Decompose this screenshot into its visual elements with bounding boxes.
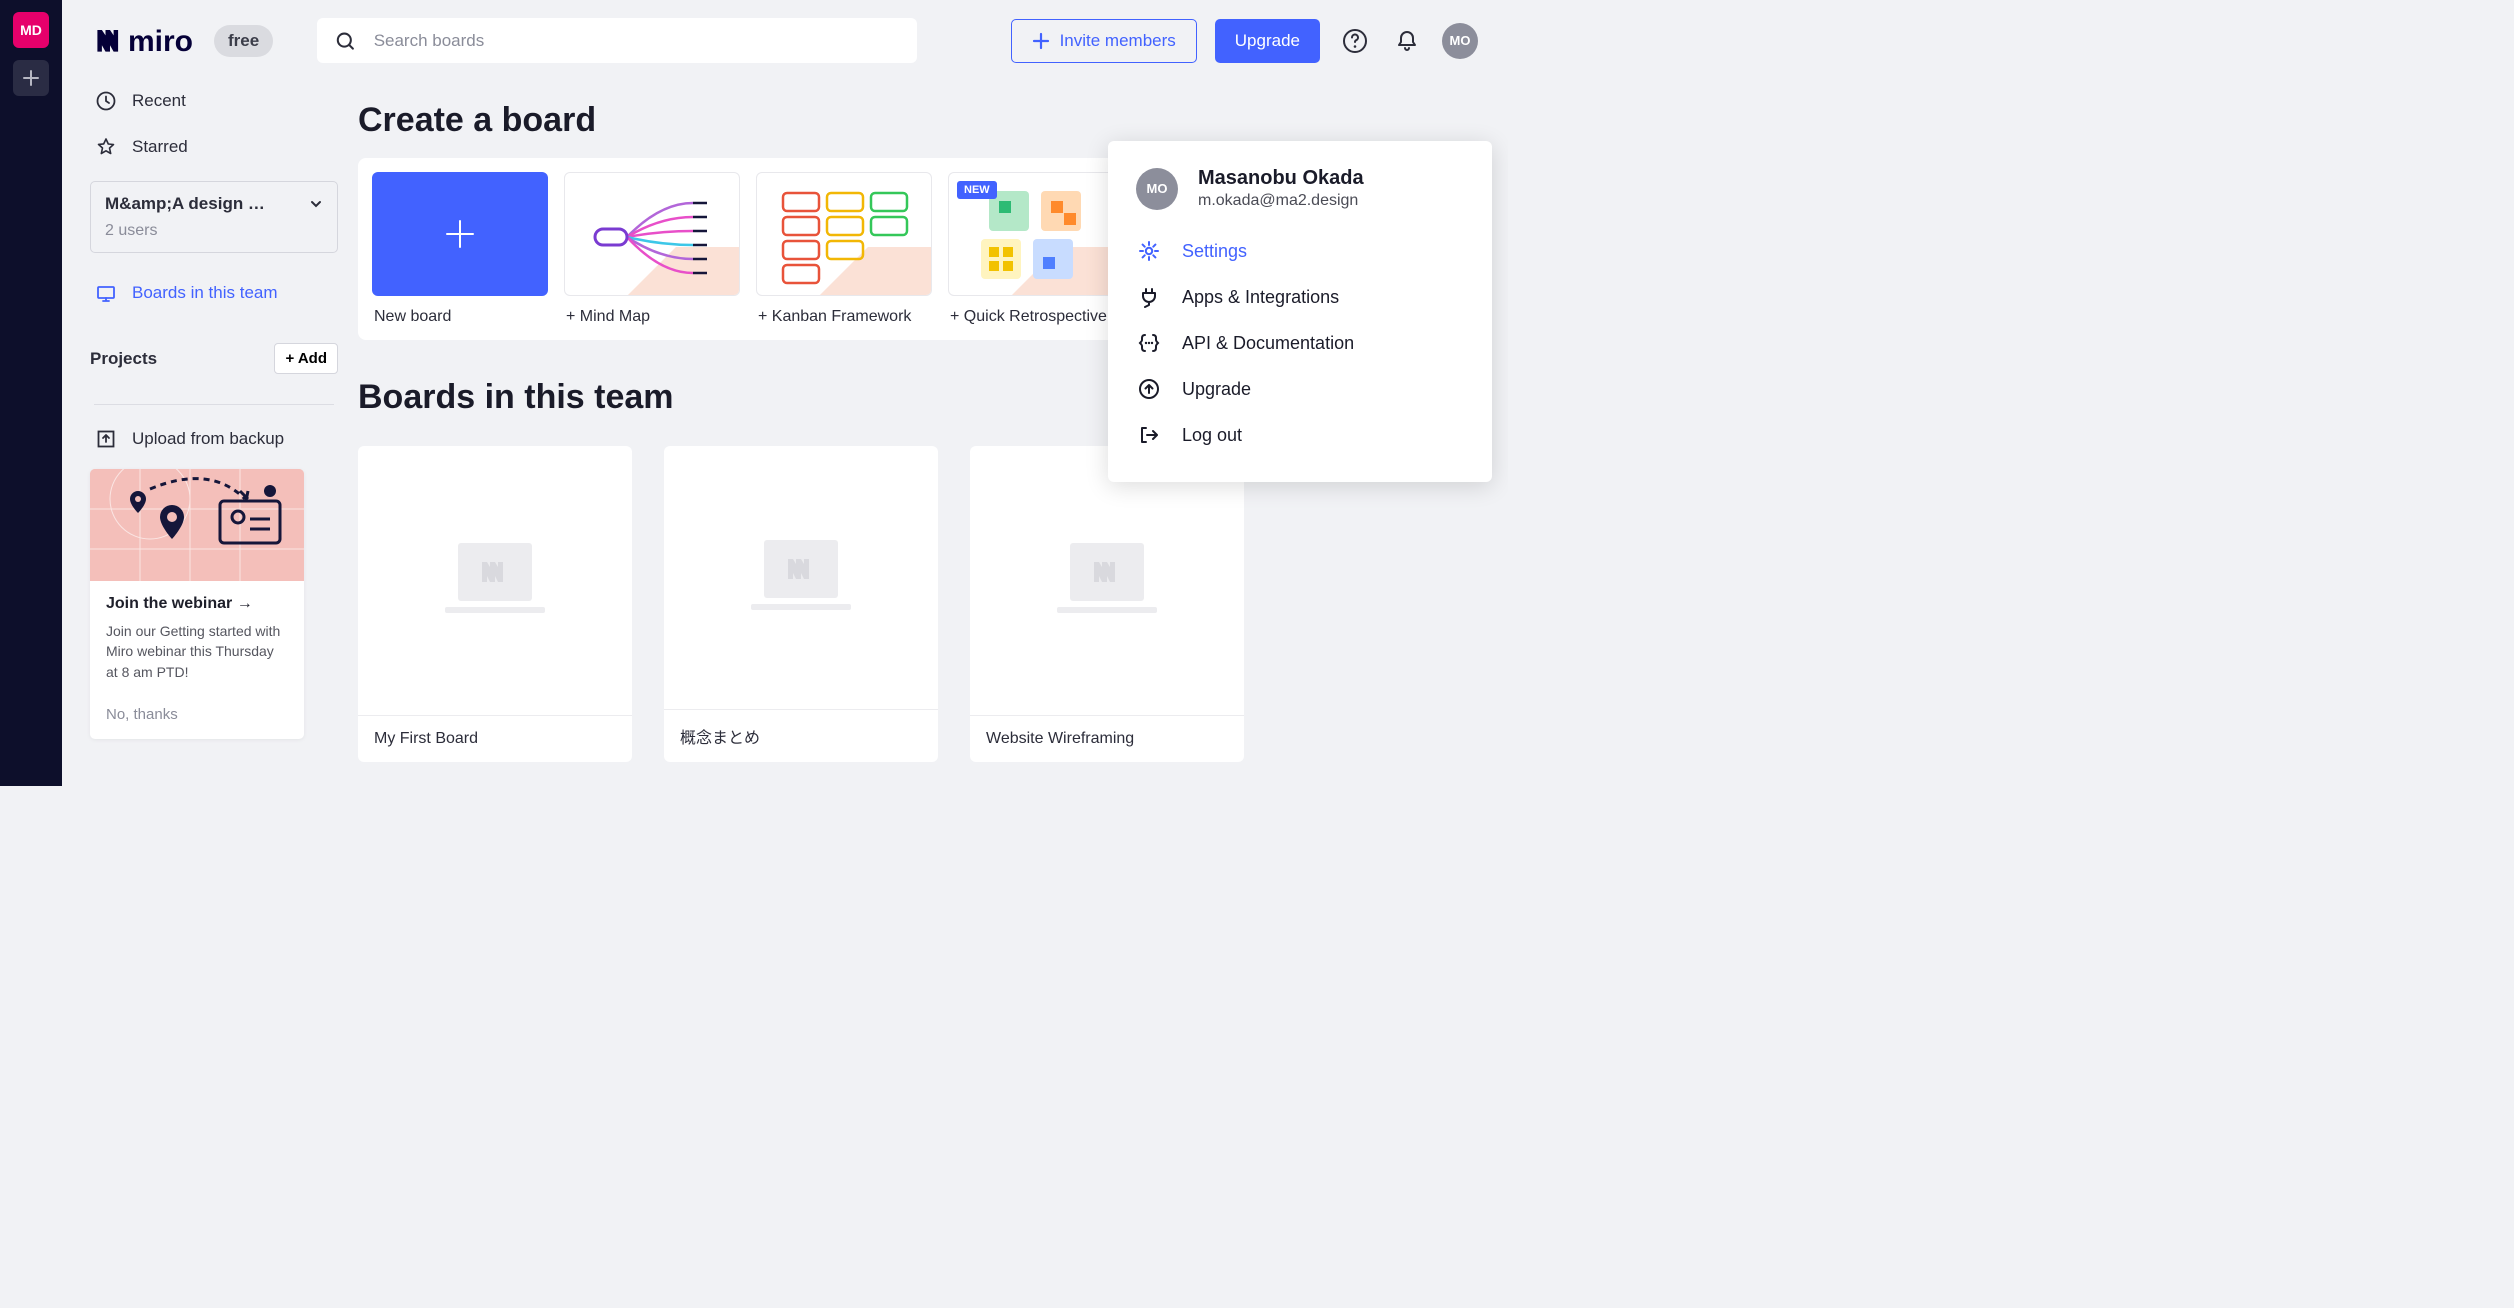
star-icon — [96, 137, 116, 157]
sidebar-item-starred[interactable]: Starred — [90, 127, 338, 167]
template-retrospective[interactable]: NEW — [948, 172, 1124, 326]
sidebar-item-recent[interactable]: Recent — [90, 81, 338, 121]
new-badge: NEW — [957, 181, 997, 199]
webinar-description: Join our Getting started with Miro webin… — [106, 621, 288, 682]
arrow-up-circle-icon — [1138, 378, 1160, 400]
team-selector[interactable]: M&amp;A design … 2 users — [90, 181, 338, 253]
plug-icon — [1138, 286, 1160, 308]
team-users-count: 2 users — [105, 222, 323, 240]
sidebar-item-boards[interactable]: Boards in this team — [90, 273, 338, 313]
sidebar-label: Boards in this team — [132, 283, 278, 303]
help-icon — [1342, 28, 1368, 54]
search-icon — [335, 30, 356, 52]
upgrade-button[interactable]: Upgrade — [1215, 19, 1320, 63]
template-mind-map[interactable]: + Mind Map — [564, 172, 740, 326]
miro-logo: miro — [92, 21, 204, 61]
add-project-button[interactable]: + Add — [274, 343, 338, 374]
bell-icon — [1395, 29, 1419, 53]
topbar: miro free Invite members Upgrade — [62, 0, 1508, 75]
invite-label: Invite members — [1060, 31, 1176, 51]
miro-icon — [478, 560, 512, 584]
upload-backup-button[interactable]: Upload from backup — [90, 425, 338, 453]
sidebar: Recent Starred M&amp;A design … 2 users … — [62, 75, 358, 786]
dropdown-item-api[interactable]: API & Documentation — [1132, 320, 1468, 366]
sidebar-label: Starred — [132, 137, 188, 157]
board-card[interactable]: Website Wireframing — [970, 446, 1244, 762]
user-avatar[interactable]: MO — [1442, 23, 1478, 59]
dropdown-label: Apps & Integrations — [1182, 287, 1339, 308]
template-label: + Quick Retrospective — [948, 308, 1124, 326]
team-name: M&amp;A design … — [105, 194, 265, 214]
board-card[interactable]: 概念まとめ — [664, 446, 938, 762]
plus-icon — [1032, 32, 1050, 50]
template-label: New board — [372, 308, 548, 326]
webinar-title[interactable]: Join the webinar → — [106, 595, 288, 613]
board-thumbnail — [358, 446, 632, 715]
board-icon — [96, 283, 116, 303]
dropdown-label: Settings — [1182, 241, 1247, 262]
sidebar-label: Recent — [132, 91, 186, 111]
template-new-board[interactable]: New board — [372, 172, 548, 326]
plan-badge: free — [214, 25, 273, 57]
miro-icon — [784, 557, 818, 581]
dropdown-avatar: MO — [1136, 168, 1178, 210]
template-kanban[interactable]: + Kanban Framework — [756, 172, 932, 326]
board-thumbnail — [970, 446, 1244, 715]
braces-icon — [1138, 332, 1160, 354]
chevron-down-icon — [309, 197, 323, 211]
dropdown-user-name: Masanobu Okada — [1198, 167, 1364, 190]
template-label: + Mind Map — [564, 308, 740, 326]
divider — [94, 404, 334, 405]
dropdown-item-logout[interactable]: Log out — [1132, 412, 1468, 458]
workspace-badge[interactable]: MD — [13, 12, 49, 48]
board-title: Website Wireframing — [970, 715, 1244, 762]
boards-heading: Boards in this team — [358, 378, 674, 417]
template-label: + Kanban Framework — [756, 308, 932, 326]
dropdown-label: API & Documentation — [1182, 333, 1354, 354]
dropdown-item-settings[interactable]: Settings — [1132, 228, 1468, 274]
clock-icon — [96, 91, 116, 111]
main-content: Create a board New board — [358, 75, 1508, 786]
logout-icon — [1138, 424, 1160, 446]
search-bar[interactable] — [317, 18, 917, 63]
webinar-illustration — [90, 469, 304, 581]
search-input[interactable] — [374, 31, 900, 51]
create-board-heading: Create a board — [358, 101, 1478, 140]
dropdown-item-upgrade[interactable]: Upgrade — [1132, 366, 1468, 412]
plus-icon — [443, 217, 477, 251]
user-dropdown: MO Masanobu Okada m.okada@ma2.design Set… — [1108, 141, 1492, 482]
webinar-card: Join the webinar → Join our Getting star… — [90, 469, 304, 739]
dropdown-label: Log out — [1182, 425, 1242, 446]
help-button[interactable] — [1338, 24, 1372, 58]
add-workspace-button[interactable] — [13, 60, 49, 96]
miro-icon — [1090, 560, 1124, 584]
dropdown-user-email: m.okada@ma2.design — [1198, 192, 1364, 210]
dropdown-item-apps[interactable]: Apps & Integrations — [1132, 274, 1468, 320]
webinar-dismiss-button[interactable]: No, thanks — [106, 706, 288, 723]
sidebar-label: Upload from backup — [132, 429, 284, 449]
boards-grid: My First Board 概念まとめ Website Wireframing — [358, 446, 1478, 762]
gear-icon — [1138, 240, 1160, 262]
projects-heading: Projects — [90, 349, 157, 369]
dropdown-label: Upgrade — [1182, 379, 1251, 400]
svg-text:miro: miro — [128, 25, 193, 58]
board-title: 概念まとめ — [664, 709, 938, 762]
board-thumbnail — [664, 446, 938, 709]
notifications-button[interactable] — [1390, 24, 1424, 58]
upload-icon — [96, 429, 116, 449]
board-card[interactable]: My First Board — [358, 446, 632, 762]
plus-icon — [22, 69, 40, 87]
invite-members-button[interactable]: Invite members — [1011, 19, 1197, 63]
workspace-rail: MD — [0, 0, 62, 786]
board-title: My First Board — [358, 715, 632, 762]
